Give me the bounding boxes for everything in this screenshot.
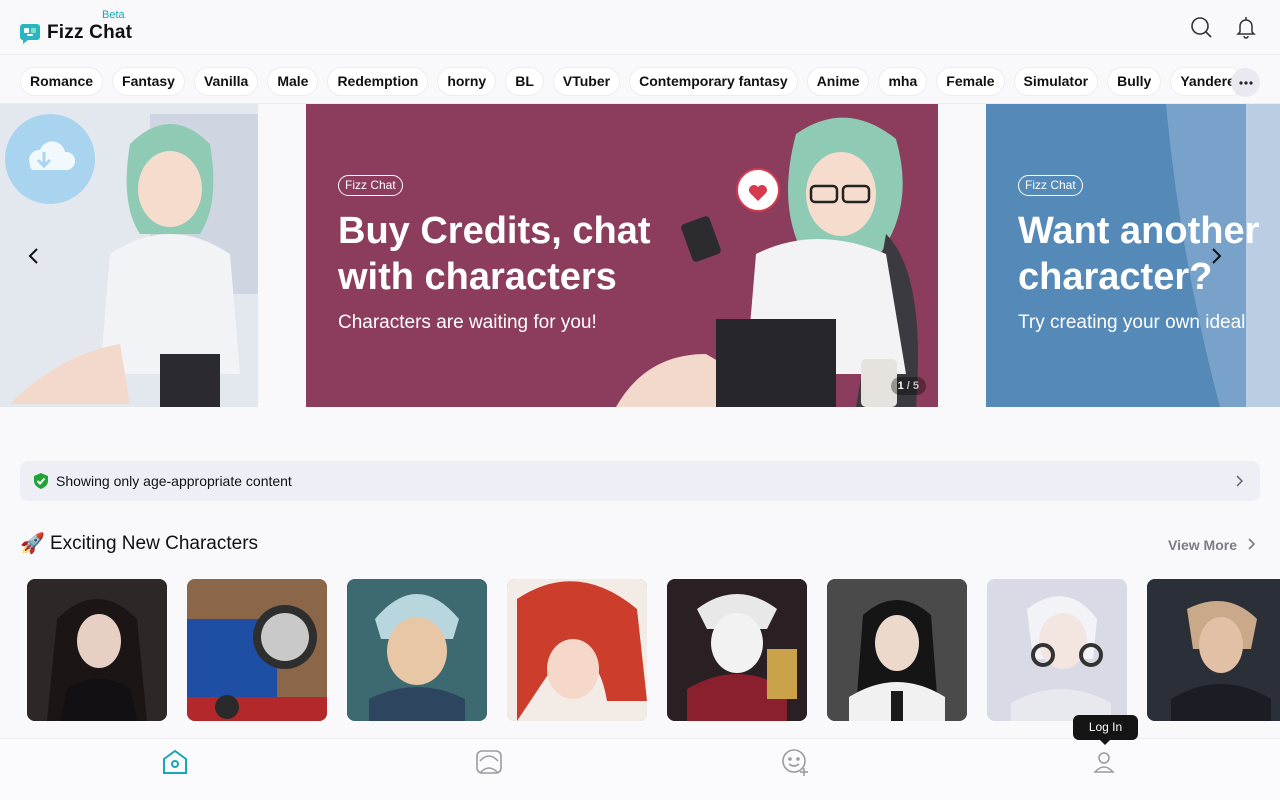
chat-logo-icon (20, 24, 40, 44)
character-card[interactable] (507, 579, 647, 721)
tag-romance[interactable]: Romance (20, 67, 104, 96)
character-card[interactable] (827, 579, 967, 721)
tag-list: Romance Fantasy Vanilla Male Redemption … (20, 67, 1245, 96)
character-card[interactable] (27, 579, 167, 721)
character-card[interactable] (1147, 579, 1280, 721)
banner-slide-next[interactable]: Fizz Chat Want another character? Try cr… (986, 104, 1280, 407)
beta-label: Beta (102, 9, 125, 21)
banner-title-line2: with characters (338, 256, 617, 298)
tag-contemporary-fantasy[interactable]: Contemporary fantasy (629, 67, 798, 96)
shield-check-icon (34, 473, 48, 489)
banner-title-line1: Buy Credits, chat (338, 210, 651, 252)
character-card[interactable] (987, 579, 1127, 721)
banner-slide-current[interactable]: Fizz Chat Buy Credits, chat with charact… (306, 104, 938, 407)
login-tooltip[interactable]: Log In (1073, 715, 1138, 745)
character-avatar (1147, 579, 1280, 721)
header: Fizz Chat Beta (0, 0, 1280, 55)
characters-icon[interactable] (474, 747, 504, 777)
search-icon[interactable] (1189, 15, 1213, 39)
more-dots-icon (1238, 80, 1253, 85)
home-icon[interactable] (160, 747, 190, 777)
tag-mha[interactable]: mha (878, 67, 928, 96)
tag-horny[interactable]: horny (437, 67, 497, 96)
banner-badge: Fizz Chat (1018, 175, 1083, 196)
tag-fantasy[interactable]: Fantasy (112, 67, 185, 96)
section-title: Exciting New Characters (50, 533, 259, 554)
character-avatar (347, 579, 487, 721)
banner-title: Buy Credits, chat with characters (338, 208, 651, 300)
profile-icon[interactable] (1089, 747, 1119, 777)
notice-text: Showing only age-appropriate content (56, 473, 292, 489)
tag-female[interactable]: Female (936, 67, 1005, 96)
tag-anime[interactable]: Anime (806, 67, 870, 96)
more-tags-button[interactable] (1231, 68, 1260, 97)
character-avatar (27, 579, 167, 721)
app-name: Fizz Chat (47, 21, 133, 43)
character-avatar (507, 579, 647, 721)
tag-simulator[interactable]: Simulator (1013, 67, 1099, 96)
create-character-icon[interactable] (780, 747, 810, 777)
character-card[interactable] (347, 579, 487, 721)
character-avatar (187, 579, 327, 721)
character-card[interactable] (667, 579, 807, 721)
carousel-prev-arrow-icon[interactable] (22, 244, 46, 268)
pager-current: 1 (897, 380, 904, 392)
tag-male[interactable]: Male (267, 67, 319, 96)
app-root: Fizz Chat Beta Romance Fantasy Vanilla M… (0, 0, 1280, 800)
carousel-next-arrow-icon[interactable] (1204, 244, 1228, 268)
logo[interactable]: Fizz Chat Beta (19, 9, 133, 44)
rocket-icon: 🚀 (20, 533, 45, 555)
bottom-navigation (0, 738, 1280, 800)
character-avatar (667, 579, 807, 721)
banner-subtitle: Try creating your own ideal (1018, 312, 1246, 333)
tag-bl[interactable]: BL (505, 67, 544, 96)
character-avatar (827, 579, 967, 721)
chevron-right-icon[interactable] (1244, 537, 1258, 551)
character-card[interactable] (187, 579, 327, 721)
banner-carousel[interactable]: Fizz Chat Buy Credits, chat with charact… (0, 104, 1280, 407)
carousel-pager: 1 / 5 (890, 377, 926, 395)
content-filter-notice[interactable]: Showing only age-appropriate content (20, 461, 1260, 501)
notification-bell-icon[interactable] (1234, 15, 1258, 39)
banner-subtitle: Characters are waiting for you! (338, 312, 597, 333)
category-tag-bar: Romance Fantasy Vanilla Male Redemption … (0, 55, 1280, 104)
tag-redemption[interactable]: Redemption (327, 67, 429, 96)
tag-vanilla[interactable]: Vanilla (193, 67, 259, 96)
banner-badge: Fizz Chat (338, 175, 403, 196)
tag-vtuber[interactable]: VTuber (552, 67, 621, 96)
character-avatar (987, 579, 1127, 721)
view-more-link[interactable]: View More (1168, 537, 1237, 553)
chevron-right-icon (1236, 475, 1244, 487)
pager-total: / 5 (906, 380, 919, 392)
tag-bully[interactable]: Bully (1107, 67, 1162, 96)
